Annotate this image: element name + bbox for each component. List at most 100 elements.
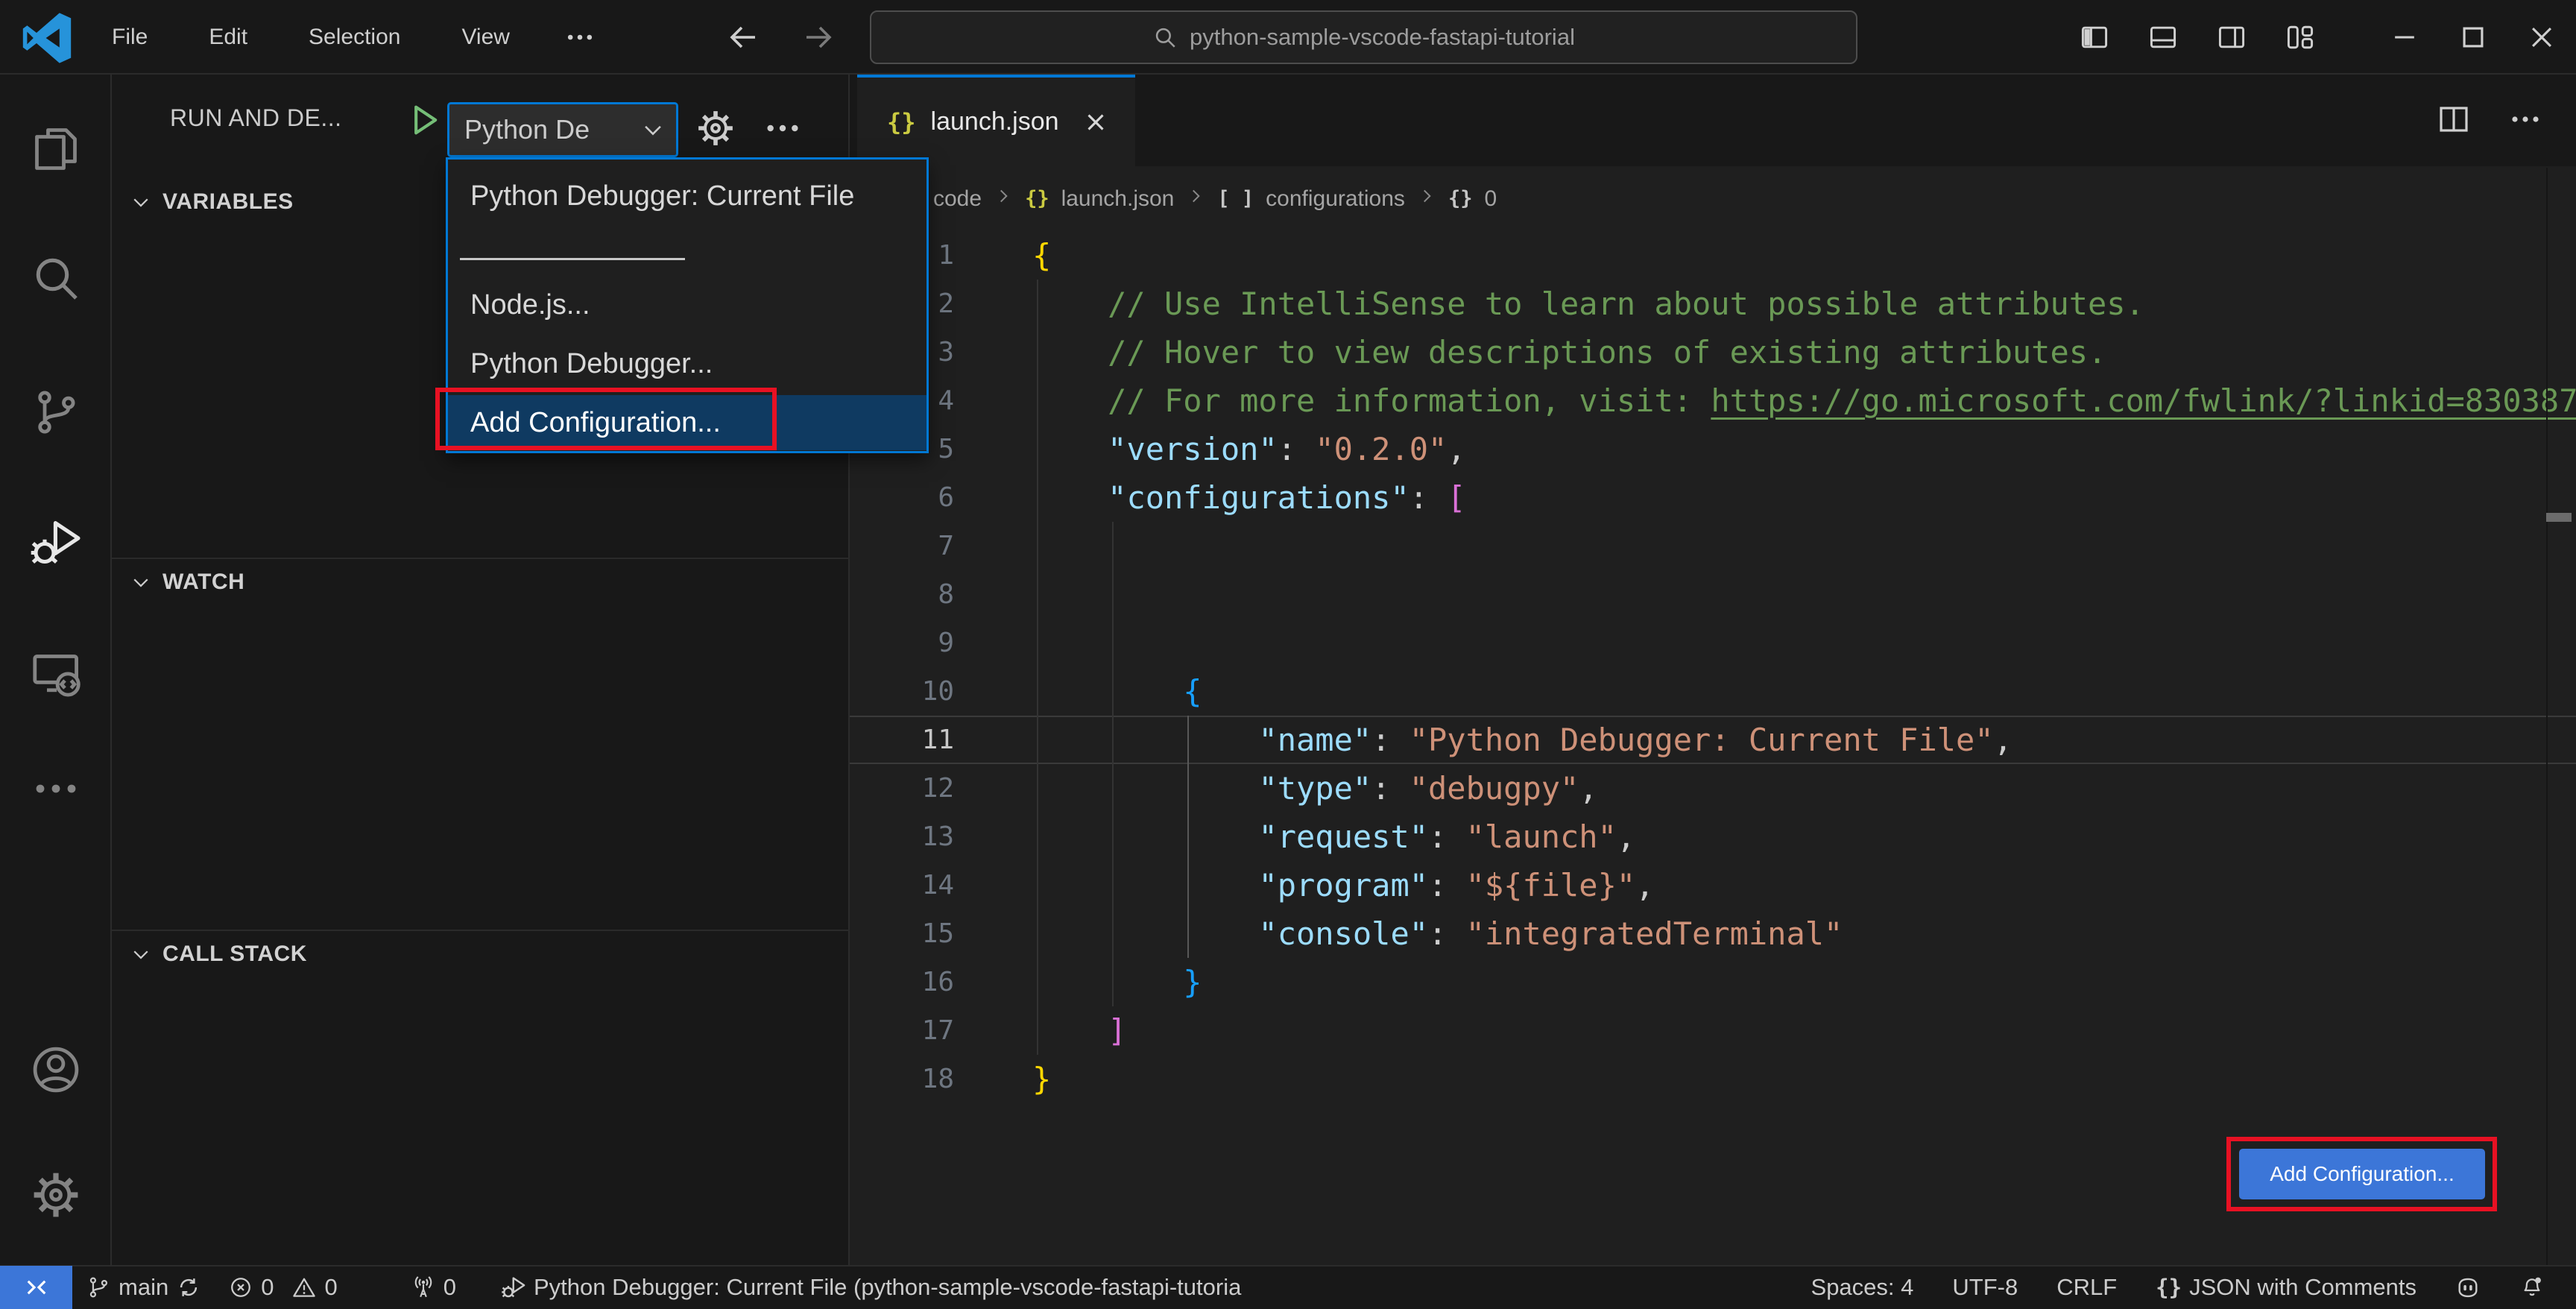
tab-bar: {} launch.json — [850, 75, 2576, 166]
problems-status[interactable]: 0 0 — [215, 1274, 351, 1301]
search-icon — [1152, 25, 1178, 50]
call-stack-header[interactable]: CALL STACK — [112, 931, 850, 977]
git-branch-icon — [86, 1275, 111, 1300]
code-line-2[interactable]: 2 // Use IntelliSense to learn about pos… — [850, 280, 2576, 328]
accounts-icon[interactable] — [0, 1021, 112, 1118]
indent-guide — [1112, 522, 1114, 570]
indent-guide — [1112, 570, 1114, 619]
code-line-18[interactable]: 18} — [850, 1055, 2576, 1103]
dropdown-divider — [460, 258, 685, 260]
chevron-down-icon — [130, 943, 152, 965]
code-line-11[interactable]: 11 "name": "Python Debugger: Current Fil… — [850, 716, 2576, 764]
debug-config-select[interactable]: Python De — [447, 102, 678, 157]
chevron-right-icon — [1186, 186, 1205, 212]
eol-status[interactable]: CRLF — [2037, 1274, 2136, 1301]
minimize-icon[interactable] — [2370, 0, 2439, 75]
radio-tower-icon — [411, 1275, 436, 1300]
code-line-9[interactable]: 9 — [850, 619, 2576, 667]
object-icon: {} — [1448, 187, 1473, 210]
watch-header[interactable]: WATCH — [112, 559, 850, 605]
code-line-14[interactable]: 14 "program": "${file}", — [850, 861, 2576, 909]
tab-label: launch.json — [931, 107, 1059, 136]
remote-indicator[interactable] — [0, 1266, 72, 1309]
settings-gear-icon[interactable] — [0, 1146, 112, 1243]
debug-more-actions-icon[interactable] — [762, 107, 804, 149]
dropdown-item-add-configuration[interactable]: Add Configuration... — [448, 395, 926, 450]
dropdown-item-current-file[interactable]: Python Debugger: Current File — [448, 170, 926, 222]
status-bar-right: Spaces: 4 UTF-8 CRLF {} JSON with Commen… — [1792, 1274, 2576, 1301]
window-controls — [2060, 0, 2576, 75]
code-line-16[interactable]: 16 } — [850, 958, 2576, 1006]
scrollbar-track[interactable] — [2546, 168, 2548, 1265]
toggle-sidebar-icon[interactable] — [2060, 0, 2129, 75]
code-line-17[interactable]: 17 ] — [850, 1006, 2576, 1055]
menu-selection[interactable]: Selection — [301, 20, 408, 54]
notifications-status[interactable] — [2500, 1275, 2564, 1300]
remote-explorer-icon[interactable] — [0, 625, 112, 722]
close-window-icon[interactable] — [2507, 0, 2576, 75]
dropdown-item-nodejs[interactable]: Node.js... — [448, 277, 926, 332]
overview-ruler-mark — [2546, 513, 2572, 522]
toggle-panel-icon[interactable] — [2129, 0, 2197, 75]
encoding-status[interactable]: UTF-8 — [1933, 1274, 2037, 1301]
breadcrumb-item-configurations[interactable]: configurations — [1266, 186, 1405, 212]
line-number: 16 — [850, 958, 954, 1006]
close-tab-icon[interactable] — [1082, 108, 1110, 136]
language-status[interactable]: {} JSON with Comments — [2136, 1274, 2436, 1301]
breadcrumb-item-folder[interactable]: code — [933, 186, 982, 212]
debug-status[interactable]: Python Debugger: Current File (python-sa… — [487, 1274, 1254, 1301]
source-control-icon[interactable] — [0, 364, 112, 461]
code-line-1[interactable]: 1{ — [850, 231, 2576, 280]
chevron-down-icon — [640, 117, 666, 142]
warning-count: 0 — [324, 1274, 337, 1301]
code-line-5[interactable]: 5 "version": "0.2.0", — [850, 425, 2576, 473]
code-line-15[interactable]: 15 "console": "integratedTerminal" — [850, 909, 2576, 958]
code-line-text: } — [1032, 1055, 1051, 1103]
split-editor-icon[interactable] — [2436, 101, 2472, 137]
code-line-8[interactable]: 8 — [850, 570, 2576, 619]
breadcrumb-item-file[interactable]: launch.json — [1061, 186, 1175, 212]
indentation-status[interactable]: Spaces: 4 — [1792, 1274, 1933, 1301]
code-line-12[interactable]: 12 "type": "debugpy", — [850, 764, 2576, 813]
debug-settings-gear-icon[interactable] — [695, 107, 736, 149]
vscode-logo-icon — [21, 12, 73, 64]
code-line-4[interactable]: 4 // For more information, visit: https:… — [850, 376, 2576, 425]
copilot-icon — [2455, 1275, 2481, 1300]
dropdown-item-python-debugger[interactable]: Python Debugger... — [448, 336, 926, 391]
menu-view[interactable]: View — [454, 20, 517, 54]
start-debug-button[interactable] — [398, 94, 450, 146]
code-line-3[interactable]: 3 // Hover to view descriptions of exist… — [850, 328, 2576, 376]
code-line-13[interactable]: 13 "request": "launch", — [850, 813, 2576, 861]
copilot-status[interactable] — [2436, 1275, 2500, 1300]
code-line-text: // For more information, visit: https://… — [1032, 376, 2576, 425]
tab-launch-json[interactable]: {} launch.json — [857, 75, 1135, 166]
editor-more-actions-icon[interactable] — [2507, 101, 2543, 137]
menu-file[interactable]: File — [104, 20, 155, 54]
ports-status[interactable]: 0 — [397, 1274, 470, 1301]
search-sidebar-icon[interactable] — [0, 230, 112, 327]
code-line-7[interactable]: 7 — [850, 522, 2576, 570]
code-line-text: ] — [1032, 1006, 1126, 1055]
breadcrumb-item-0[interactable]: 0 — [1484, 186, 1497, 212]
toggle-secondary-sidebar-icon[interactable] — [2197, 0, 2266, 75]
debug-config-select-value: Python De — [464, 114, 640, 145]
customize-layout-icon[interactable] — [2266, 0, 2334, 75]
menu-bar: File Edit Selection View — [104, 0, 596, 75]
menu-edit[interactable]: Edit — [201, 20, 255, 54]
code-line-6[interactable]: 6 "configurations": [ — [850, 473, 2576, 522]
back-arrow-icon[interactable] — [725, 19, 761, 55]
run-and-debug-icon[interactable] — [0, 494, 112, 591]
code-area[interactable]: 1{2 // Use IntelliSense to learn about p… — [850, 231, 2576, 1103]
more-views-icon[interactable] — [0, 740, 112, 837]
menu-more-icon[interactable] — [564, 21, 596, 54]
command-center-search[interactable]: python-sample-vscode-fastapi-tutorial — [870, 10, 1857, 64]
maximize-icon[interactable] — [2439, 0, 2507, 75]
add-configuration-button[interactable]: Add Configuration... — [2239, 1149, 2485, 1199]
remote-icon — [23, 1274, 50, 1301]
chevron-right-icon — [1417, 186, 1436, 212]
branch-status[interactable]: main — [72, 1274, 215, 1301]
explorer-icon[interactable] — [0, 101, 112, 198]
code-line-text: "name": "Python Debugger: Current File", — [1032, 716, 2012, 764]
code-line-10[interactable]: 10 { — [850, 667, 2576, 716]
forward-arrow-icon[interactable] — [801, 19, 836, 55]
